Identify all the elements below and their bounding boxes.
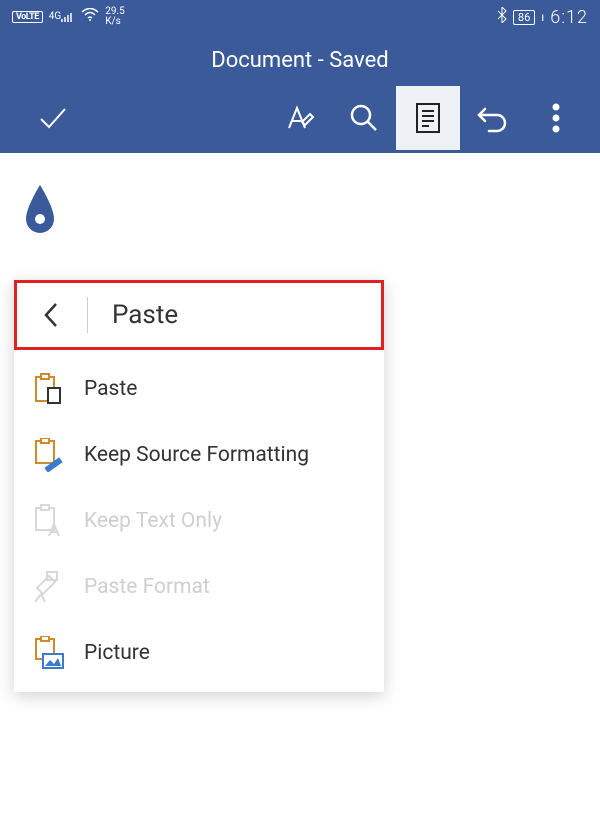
network-indicator: 4G (49, 11, 75, 23)
undo-button[interactable] (460, 86, 524, 150)
menu-item-label: Keep Source Formatting (84, 443, 309, 467)
keep-text-only-icon (30, 503, 66, 539)
document-title: Document - Saved (0, 34, 600, 83)
toolbar (0, 83, 600, 153)
menu-item-label: Paste (84, 377, 137, 401)
menu-item-label: Paste Format (84, 575, 210, 599)
back-button[interactable] (17, 283, 87, 347)
menu-item-paste-format: Paste Format (14, 554, 384, 620)
bluetooth-icon (497, 7, 507, 27)
status-bar: VoLTE 4G 29.5 K/s 86 ı 6:12 (0, 0, 600, 34)
paste-menu-list: Paste Keep Source Formatting Keep Te (14, 350, 384, 692)
menu-item-keep-source-formatting[interactable]: Keep Source Formatting (14, 422, 384, 488)
network-speed: 29.5 K/s (105, 7, 125, 27)
paste-menu-title: Paste (88, 300, 178, 330)
paste-menu-header: Paste (14, 280, 384, 350)
clock: 6:12 (550, 7, 588, 28)
volte-badge: VoLTE (12, 11, 43, 23)
paste-icon (30, 371, 66, 407)
done-button[interactable] (20, 86, 84, 150)
search-button[interactable] (332, 86, 396, 150)
document-canvas[interactable] (0, 153, 600, 265)
menu-item-label: Picture (84, 641, 150, 665)
wifi-icon (81, 8, 99, 26)
keep-formatting-icon (30, 437, 66, 473)
picture-icon (30, 635, 66, 671)
paste-menu-panel: Paste Paste Keep Source Formatting (14, 280, 384, 692)
paste-format-icon (30, 569, 66, 605)
reading-view-button[interactable] (396, 86, 460, 150)
cursor-drop-icon[interactable] (22, 183, 578, 235)
pen-style-button[interactable] (268, 86, 332, 150)
more-menu-button[interactable] (524, 86, 588, 150)
menu-item-paste[interactable]: Paste (14, 356, 384, 422)
app-bar: Document - Saved (0, 34, 600, 153)
menu-item-label: Keep Text Only (84, 509, 222, 533)
battery-indicator: 86 (513, 10, 535, 25)
menu-item-picture[interactable]: Picture (14, 620, 384, 686)
menu-item-keep-text-only: Keep Text Only (14, 488, 384, 554)
